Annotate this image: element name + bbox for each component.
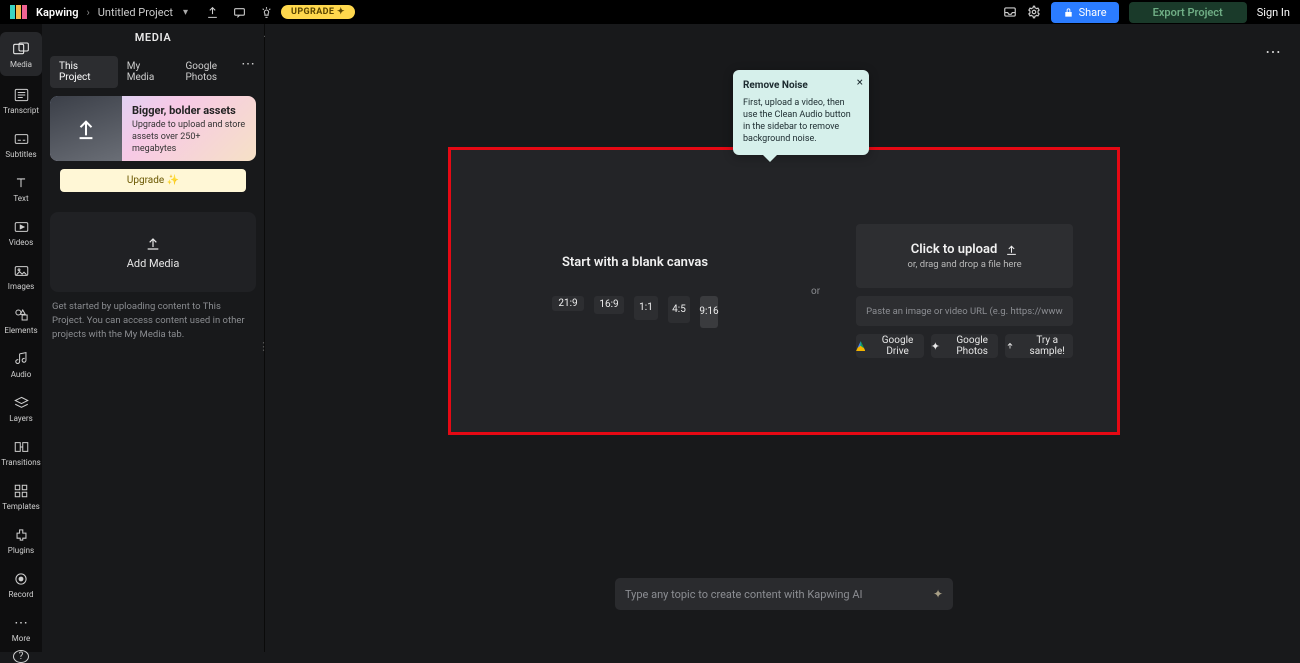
workspace-more-icon[interactable]: ⋯: [1265, 42, 1282, 61]
transcript-icon: [14, 87, 29, 103]
blank-title: Start with a blank canvas: [562, 255, 708, 270]
promo-thumb: [50, 96, 122, 161]
project-menu-chevron-icon[interactable]: ▾: [183, 7, 188, 18]
or-separator: or: [811, 286, 820, 297]
settings-icon[interactable]: [1027, 5, 1041, 19]
blank-canvas-block: Start with a blank canvas 21:9 16:9 1:1 …: [495, 255, 775, 328]
project-name[interactable]: Untitled Project: [98, 6, 173, 19]
upgrade-button[interactable]: Upgrade ✨: [60, 169, 246, 192]
share-button[interactable]: Share: [1051, 2, 1119, 23]
elements-icon: [14, 307, 29, 323]
workspace: ⋯ × Remove Noise First, upload a video, …: [265, 24, 1300, 652]
rail-audio[interactable]: Audio: [0, 342, 42, 386]
rail-elements[interactable]: Elements: [0, 298, 42, 342]
ratio-16-9[interactable]: 16:9: [594, 296, 624, 314]
ratio-21-9[interactable]: 21:9: [552, 296, 584, 311]
export-project-button[interactable]: Export Project: [1129, 2, 1247, 23]
tooltip-close-icon[interactable]: ×: [857, 74, 863, 90]
videos-icon: [14, 219, 29, 235]
kapwing-logo: [10, 5, 28, 19]
rail-videos[interactable]: Videos: [0, 210, 42, 254]
click-to-upload[interactable]: Click to upload or, drag and drop a file…: [856, 224, 1073, 288]
more-icon: ⋯: [14, 615, 28, 631]
ideas-icon[interactable]: [260, 6, 273, 19]
tooltip-body: First, upload a video, then use the Clea…: [743, 97, 859, 146]
rail-layers[interactable]: Layers: [0, 386, 42, 430]
ratio-1-1[interactable]: 1:1: [634, 296, 658, 320]
brand-name[interactable]: Kapwing: [36, 6, 78, 19]
rail-text[interactable]: Text: [0, 166, 42, 210]
plugins-icon: [15, 527, 28, 543]
text-icon: [14, 175, 28, 191]
uploader-block: Click to upload or, drag and drop a file…: [856, 224, 1073, 358]
panel-hint: Get started by uploading content to This…: [52, 300, 254, 341]
drag-drop-label: or, drag and drop a file here: [907, 259, 1021, 270]
ai-spark-icon[interactable]: ✦: [933, 587, 943, 601]
start-frame: × Remove Noise First, upload a video, th…: [448, 147, 1120, 435]
media-tabs: This Project My Media Google Photos: [50, 56, 256, 88]
remove-noise-tooltip: × Remove Noise First, upload a video, th…: [733, 70, 869, 155]
add-media-card[interactable]: Add Media: [50, 212, 256, 292]
url-input[interactable]: [856, 296, 1073, 326]
sample-icon: [1005, 341, 1015, 351]
upgrade-promo: Bigger, bolder assets Upgrade to upload …: [50, 96, 256, 161]
layers-icon: [14, 395, 29, 411]
left-rail: Media Transcript Subtitles Text Videos I…: [0, 24, 42, 652]
rail-more[interactable]: ⋯More: [0, 606, 42, 650]
tooltip-title: Remove Noise: [743, 79, 859, 93]
rail-subtitles[interactable]: Subtitles: [0, 122, 42, 166]
add-media-label: Add Media: [127, 257, 180, 270]
try-sample-button[interactable]: Try a sample!: [1005, 334, 1073, 358]
rail-plugins[interactable]: Plugins: [0, 518, 42, 562]
upgrade-pill[interactable]: UPGRADE ✦: [281, 5, 355, 19]
ratio-4-5[interactable]: 4:5: [668, 296, 690, 323]
ratio-9-16[interactable]: 9:16: [700, 296, 718, 328]
rail-transcript[interactable]: Transcript: [0, 78, 42, 122]
upload-arrow-icon: [1005, 243, 1018, 256]
media-icon: [13, 41, 29, 57]
breadcrumb-sep: ›: [86, 6, 89, 19]
images-icon: [14, 263, 29, 279]
tab-this-project[interactable]: This Project: [50, 56, 118, 88]
export-icon[interactable]: [206, 6, 219, 19]
transitions-icon: [14, 439, 29, 455]
tab-my-media[interactable]: My Media: [118, 56, 177, 88]
panel-more-icon[interactable]: ⋯: [241, 56, 256, 72]
panel-title: MEDIA: [42, 24, 264, 50]
promo-title: Bigger, bolder assets: [132, 104, 246, 117]
templates-icon: [14, 483, 28, 499]
rail-templates[interactable]: Templates: [0, 474, 42, 518]
google-drive-icon: [856, 341, 865, 351]
google-photos-icon: ✦: [931, 340, 940, 353]
inbox-icon[interactable]: [1003, 5, 1017, 19]
comments-icon[interactable]: [233, 6, 246, 19]
aspect-ratios: 21:9 16:9 1:1 4:5 9:16: [552, 296, 718, 328]
rail-images[interactable]: Images: [0, 254, 42, 298]
audio-icon: [15, 351, 28, 367]
promo-desc: Upgrade to upload and store assets over …: [132, 119, 246, 155]
ai-prompt-bar: ✦: [615, 578, 953, 610]
click-upload-label: Click to upload: [911, 242, 998, 257]
google-drive-button[interactable]: Google Drive: [856, 334, 924, 358]
ai-prompt-input[interactable]: [625, 588, 927, 601]
rail-media[interactable]: Media: [0, 32, 42, 76]
google-photos-button[interactable]: ✦Google Photos: [931, 334, 999, 358]
rail-record[interactable]: Record: [0, 562, 42, 606]
sign-in-link[interactable]: Sign In: [1257, 6, 1290, 19]
media-panel: MEDIA ‹ ⋯ This Project My Media Google P…: [42, 24, 265, 652]
record-icon: [14, 571, 28, 587]
upload-icon: [145, 235, 161, 251]
rail-transitions[interactable]: Transitions: [0, 430, 42, 474]
subtitles-icon: [14, 131, 29, 147]
top-bar: Kapwing › Untitled Project ▾ UPGRADE ✦ S…: [0, 0, 1300, 24]
